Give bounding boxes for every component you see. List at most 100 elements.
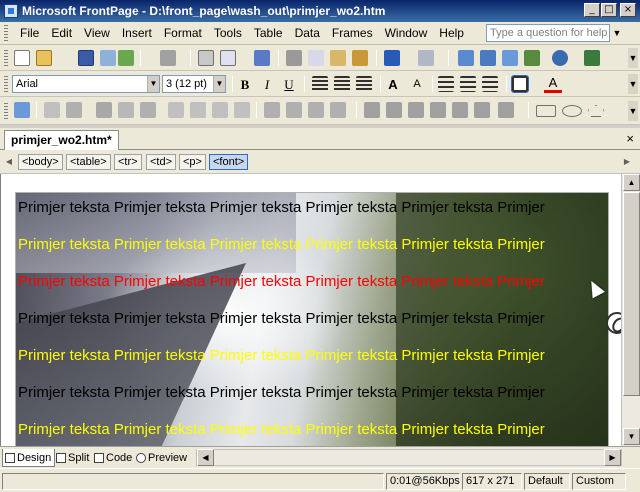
send-backward-icon[interactable]	[140, 102, 156, 118]
tag-font[interactable]: <font>	[209, 154, 249, 170]
text-line[interactable]: Primjer teksta Primjer teksta Primjer te…	[18, 199, 545, 217]
design-view-canvas[interactable]: Primjer teksta Primjer teksta Primjer te…	[0, 174, 621, 446]
vertical-scroll-thumb[interactable]	[623, 192, 640, 396]
web-component-icon[interactable]	[160, 50, 176, 66]
align-left-icon[interactable]	[312, 76, 328, 92]
tag-tr[interactable]: <tr>	[114, 154, 142, 170]
crop-icon[interactable]	[364, 102, 380, 118]
insert-table-icon[interactable]	[480, 50, 496, 66]
open-folder-icon[interactable]	[36, 50, 52, 66]
undo-icon[interactable]	[384, 50, 400, 66]
color-icon[interactable]	[408, 102, 424, 118]
background-image-table-cell[interactable]: Primjer teksta Primjer teksta Primjer te…	[15, 192, 609, 446]
toolbar-grip[interactable]	[4, 103, 8, 119]
cut-icon[interactable]	[286, 50, 302, 66]
format-painter-icon[interactable]	[352, 50, 368, 66]
insert-picture-icon[interactable]	[502, 50, 518, 66]
menu-tools[interactable]: Tools	[208, 23, 248, 43]
position-absolutely-icon[interactable]	[96, 102, 112, 118]
scroll-up-icon[interactable]: ▲	[623, 174, 640, 191]
custom-mode[interactable]: Custom	[572, 473, 626, 490]
hyperlink-icon[interactable]	[552, 50, 568, 66]
copy-icon[interactable]	[308, 50, 324, 66]
horizontal-scrollbar[interactable]: ◀ ▶	[196, 449, 622, 466]
tab-design[interactable]: Design	[2, 449, 56, 467]
menu-table[interactable]: Table	[248, 23, 289, 43]
preview-in-browser-icon[interactable]	[220, 50, 236, 66]
help-dropdown-icon[interactable]: ▼	[612, 26, 622, 40]
select-icon[interactable]	[474, 102, 490, 118]
auto-thumbnail-icon[interactable]	[66, 102, 82, 118]
text-line[interactable]: Primjer teksta Primjer teksta Primjer te…	[18, 273, 545, 291]
text-line[interactable]: Primjer teksta Primjer teksta Primjer te…	[18, 347, 545, 365]
set-transparent-color-icon[interactable]	[498, 102, 514, 118]
rotate-left-icon[interactable]	[168, 102, 184, 118]
scroll-down-icon[interactable]: ▼	[623, 428, 640, 445]
bring-forward-icon[interactable]	[118, 102, 134, 118]
font-color-icon[interactable]: A	[544, 76, 562, 93]
tag-td[interactable]: <td>	[146, 154, 177, 170]
less-brightness-icon[interactable]	[330, 102, 346, 118]
tag-forward-icon[interactable]: ▶	[622, 155, 632, 169]
frontpage-app-icon[interactable]	[4, 4, 18, 18]
text-line[interactable]: Primjer teksta Primjer teksta Primjer te…	[18, 384, 545, 402]
chevron-down-icon[interactable]: ▼	[213, 76, 225, 92]
tag-table[interactable]: <table>	[66, 154, 111, 170]
scroll-right-icon[interactable]: ▶	[604, 449, 621, 466]
menu-grip[interactable]	[4, 25, 8, 41]
less-contrast-icon[interactable]	[286, 102, 302, 118]
minimize-button[interactable]: _	[584, 3, 600, 17]
font-name-select[interactable]: Arial ▼	[12, 75, 160, 93]
folder-list-icon[interactable]	[118, 50, 134, 66]
bold-button[interactable]: B	[236, 76, 254, 93]
menu-data[interactable]: Data	[289, 23, 326, 43]
save-icon[interactable]	[78, 50, 94, 66]
toolbar-grip[interactable]	[4, 50, 8, 66]
bullets-icon[interactable]	[460, 76, 476, 92]
polygon-hotspot-icon[interactable]	[588, 105, 604, 117]
help-search-input[interactable]: Type a question for help	[486, 24, 610, 42]
decrease-font-size-icon[interactable]: A	[408, 76, 426, 93]
toolbar-options-icon[interactable]: ▼	[628, 74, 638, 94]
menu-help[interactable]: Help	[433, 23, 470, 43]
align-center-icon[interactable]	[334, 76, 350, 92]
more-brightness-icon[interactable]	[308, 102, 324, 118]
text-line[interactable]: Primjer teksta Primjer teksta Primjer te…	[18, 236, 545, 254]
text-line[interactable]: Primjer teksta Primjer teksta Primjer te…	[18, 310, 545, 328]
align-right-icon[interactable]	[356, 76, 372, 92]
increase-font-size-icon[interactable]: A	[384, 76, 402, 93]
tab-split[interactable]: Split	[54, 449, 92, 467]
menu-frames[interactable]: Frames	[326, 23, 379, 43]
decrease-indent-icon[interactable]	[482, 76, 498, 92]
spelling-icon[interactable]	[254, 50, 270, 66]
toolbar-options-icon[interactable]: ▼	[628, 101, 638, 121]
resample-icon[interactable]	[452, 102, 468, 118]
text-line[interactable]: Primjer teksta Primjer teksta Primjer te…	[18, 421, 545, 439]
tag-back-icon[interactable]: ◀	[4, 155, 14, 169]
line-style-icon[interactable]	[386, 102, 402, 118]
paste-icon[interactable]	[330, 50, 346, 66]
font-size-select[interactable]: 3 (12 pt) ▼	[162, 75, 226, 93]
circle-hotspot-icon[interactable]	[562, 105, 582, 117]
more-contrast-icon[interactable]	[264, 102, 280, 118]
default-mode[interactable]: Default	[524, 473, 570, 490]
text-icon[interactable]	[44, 102, 60, 118]
document-tab[interactable]: primjer_wo2.htm*	[4, 130, 119, 150]
numbering-icon[interactable]	[438, 76, 454, 92]
chevron-down-icon[interactable]: ▼	[147, 76, 159, 92]
bevel-icon[interactable]	[430, 102, 446, 118]
print-icon[interactable]	[198, 50, 214, 66]
drawing-icon[interactable]	[524, 50, 540, 66]
tab-preview[interactable]: Preview	[134, 449, 190, 467]
menu-window[interactable]: Window	[379, 23, 434, 43]
rectangle-hotspot-icon[interactable]	[536, 105, 556, 117]
flip-vertical-icon[interactable]	[234, 102, 250, 118]
menu-insert[interactable]: Insert	[116, 23, 158, 43]
scroll-left-icon[interactable]: ◀	[197, 449, 214, 466]
insert-picture-icon[interactable]	[14, 102, 30, 118]
refresh-icon[interactable]	[584, 50, 600, 66]
tag-body[interactable]: <body>	[18, 154, 63, 170]
menu-file[interactable]: File	[14, 23, 45, 43]
flip-horizontal-icon[interactable]	[212, 102, 228, 118]
vertical-scrollbar[interactable]: ▲ ▼	[621, 174, 640, 446]
